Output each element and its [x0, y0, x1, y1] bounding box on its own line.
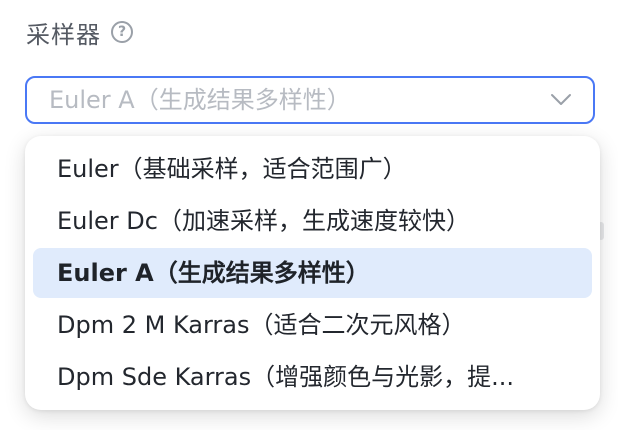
sampler-label: 采样器 [26, 20, 101, 49]
sampler-option-euler[interactable]: Euler（基础采样，适合范围广） [33, 144, 592, 194]
sampler-select[interactable]: Euler A（生成结果多样性） [25, 76, 595, 124]
sampler-label-row: 采样器 ? [26, 14, 133, 50]
sampler-dropdown-menu: Euler（基础采样，适合范围广） Euler Dc（加速采样，生成速度较快） … [25, 136, 600, 410]
sampler-option-euler-dc[interactable]: Euler Dc（加速采样，生成速度较快） [33, 196, 592, 246]
sampler-option-dpm-sde-karras[interactable]: Dpm Sde Karras（增强颜色与光影，提... [33, 352, 592, 402]
chevron-down-icon[interactable] [549, 89, 573, 109]
question-circle-icon[interactable]: ? [111, 21, 133, 43]
sampler-setting-panel: 采样器 ? Euler A（生成结果多样性） Euler（基础采样，适合范围广）… [0, 0, 618, 430]
sampler-option-euler-a[interactable]: Euler A（生成结果多样性） [33, 248, 592, 298]
sampler-option-dpm-2m-karras[interactable]: Dpm 2 M Karras（适合二次元风格） [33, 300, 592, 350]
sampler-select-value: Euler A（生成结果多样性） [49, 86, 351, 114]
